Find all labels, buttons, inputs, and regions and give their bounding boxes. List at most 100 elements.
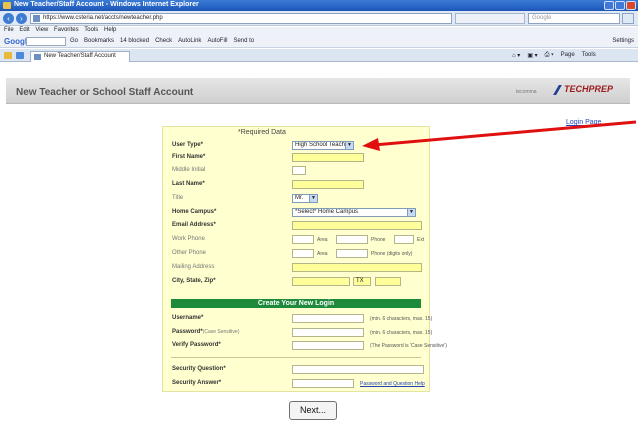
toolbar-blocked[interactable]: 14 blocked: [120, 38, 149, 44]
verify-password-hint: (The Password is 'Case Sensitive'): [370, 343, 447, 349]
city-state-zip-label: City, State, Zip*: [172, 278, 216, 284]
toolbar-bookmarks[interactable]: Bookmarks: [84, 38, 114, 44]
page-title: New Teacher or School Staff Account: [16, 87, 194, 98]
title-label: Title: [172, 195, 184, 201]
favorites-star-icon[interactable]: [4, 52, 12, 59]
title-select[interactable]: Mr. ▼: [292, 194, 318, 203]
tab-current[interactable]: New Teacher/Staff Account: [30, 51, 130, 62]
back-icon[interactable]: ‹: [3, 13, 14, 24]
security-answer-label: Security Answer*: [172, 380, 222, 386]
mailing-address-field[interactable]: [292, 263, 422, 272]
work-phone-number-field[interactable]: [336, 235, 368, 244]
menu-edit[interactable]: Edit: [19, 27, 29, 33]
toolbar-go[interactable]: Go: [70, 38, 78, 44]
menu-help[interactable]: Help: [104, 27, 116, 33]
chevron-down-icon: ▼: [345, 142, 353, 149]
search-icon[interactable]: [622, 13, 634, 24]
tab-title: New Teacher/Staff Account: [44, 53, 116, 59]
work-phone-area-hint: Area: [317, 237, 328, 243]
tools-menu[interactable]: Tools: [582, 52, 596, 59]
password-hint: (min. 6 characters, max. 15): [370, 330, 433, 336]
username-hint: (min. 6 characters, max. 15): [370, 316, 433, 322]
url-text: https://www.csteria.net/accts/newteacher…: [43, 15, 163, 21]
home-icon[interactable]: ⌂ ▾: [512, 52, 520, 59]
user-type-label: User Type*: [172, 142, 203, 148]
middle-initial-label: Middle Initial: [172, 167, 206, 173]
toolbar-settings[interactable]: Settings: [612, 38, 634, 44]
password-label: Password*(Case Sensitive): [172, 329, 240, 335]
email-field[interactable]: [292, 221, 422, 230]
work-phone-ext-field[interactable]: [394, 235, 414, 244]
feeds-icon[interactable]: ▣ ▾: [527, 52, 537, 59]
menu-bar: File Edit View Favorites Tools Help: [0, 27, 638, 35]
tab-icons: [4, 52, 24, 59]
window-title: New Teacher/Staff Account - Windows Inte…: [14, 1, 199, 8]
google-toolbar: Google Go Bookmarks 14 blocked Check Aut…: [0, 35, 638, 48]
state-field[interactable]: TX: [353, 277, 371, 286]
work-phone-area-field[interactable]: [292, 235, 314, 244]
window-controls: [604, 1, 636, 10]
add-favorites-icon[interactable]: [16, 52, 24, 59]
username-label: Username*: [172, 315, 204, 321]
menu-tools[interactable]: Tools: [84, 27, 98, 33]
minimize-icon[interactable]: [604, 1, 614, 10]
forward-icon[interactable]: ›: [16, 13, 27, 24]
security-question-label: Security Question*: [172, 366, 226, 372]
password-field[interactable]: [292, 328, 364, 337]
first-name-label: First Name*: [172, 154, 206, 160]
username-field[interactable]: [292, 314, 364, 323]
work-phone-phone-hint: Phone: [371, 237, 386, 243]
first-name-field[interactable]: [292, 153, 364, 162]
password-question-help-link[interactable]: Password and Question Help: [360, 381, 425, 387]
work-phone-label: Work Phone: [172, 236, 205, 242]
url-field[interactable]: https://www.csteria.net/accts/newteacher…: [30, 13, 452, 24]
create-login-section-title: Create Your New Login: [171, 299, 421, 308]
search-input[interactable]: Google: [528, 13, 620, 24]
toolbar-items: Go Bookmarks 14 blocked Check AutoLink A…: [70, 38, 254, 44]
menu-file[interactable]: File: [4, 27, 14, 33]
verify-password-field[interactable]: [292, 341, 364, 350]
command-bar: ⌂ ▾ ▣ ▾ ⎙ ▾ Page Tools: [512, 52, 596, 59]
last-name-label: Last Name*: [172, 181, 205, 187]
security-answer-field[interactable]: [292, 379, 354, 388]
close-icon[interactable]: [626, 1, 636, 10]
other-phone-area-hint: Area: [317, 251, 328, 257]
required-note: *Required Data: [238, 129, 286, 136]
google-search-input[interactable]: [26, 37, 66, 46]
other-phone-digits-hint: Phone (digits only): [371, 251, 413, 257]
city-field[interactable]: [292, 277, 350, 286]
page-menu[interactable]: Page: [561, 52, 575, 59]
page-icon: [33, 15, 40, 22]
url-tools[interactable]: [455, 13, 525, 24]
home-campus-label: Home Campus*: [172, 209, 217, 215]
zip-field[interactable]: [375, 277, 401, 286]
toolbar-autolink[interactable]: AutoLink: [178, 38, 201, 44]
user-type-select[interactable]: High School Teacher ▼: [292, 141, 354, 150]
window-titlebar: New Teacher/Staff Account - Windows Inte…: [0, 0, 638, 11]
form-divider: [171, 357, 421, 358]
other-phone-number-field[interactable]: [336, 249, 368, 258]
page-header: New Teacher or School Staff Account teco…: [6, 78, 630, 104]
security-question-field[interactable]: [292, 365, 424, 374]
last-name-field[interactable]: [292, 180, 364, 189]
annotation-arrow-icon: [362, 120, 637, 151]
middle-initial-field[interactable]: [292, 166, 306, 175]
menu-view[interactable]: View: [35, 27, 48, 33]
verify-password-label: Verify Password*: [172, 342, 221, 348]
next-button[interactable]: Next...: [289, 401, 337, 420]
other-phone-area-field[interactable]: [292, 249, 314, 258]
ie-icon: [3, 2, 11, 9]
toolbar-check[interactable]: Check: [155, 38, 172, 44]
email-label: Email Address*: [172, 222, 216, 228]
print-icon[interactable]: ⎙ ▾: [545, 52, 554, 59]
techprep-logo: TECHPREP: [553, 84, 613, 95]
home-campus-select[interactable]: *Select* Home Campus ▼: [292, 208, 416, 217]
maximize-icon[interactable]: [615, 1, 625, 10]
chevron-down-icon: ▼: [407, 209, 415, 216]
tab-favicon: [34, 54, 41, 60]
header-caption: tecomma: [516, 89, 537, 95]
mailing-address-label: Mailing Address: [172, 264, 215, 270]
toolbar-sendto[interactable]: Send to: [233, 38, 254, 44]
toolbar-autofill[interactable]: AutoFill: [207, 38, 227, 44]
menu-favorites[interactable]: Favorites: [54, 27, 79, 33]
